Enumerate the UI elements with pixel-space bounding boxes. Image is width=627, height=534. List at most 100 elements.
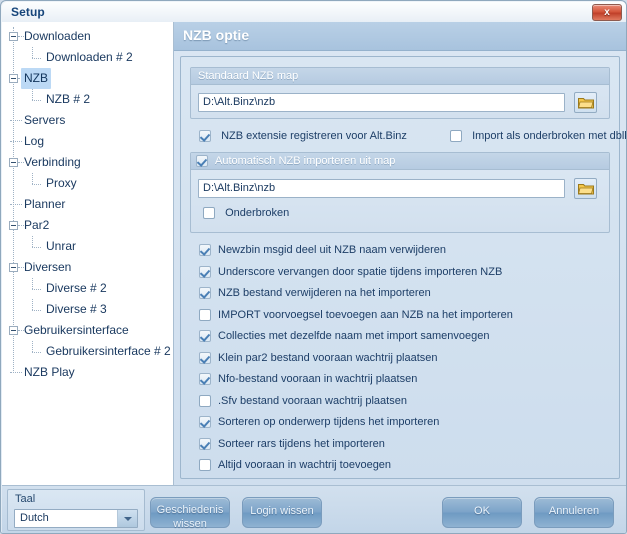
sidebar-item-label: NZB: [21, 68, 51, 89]
sidebar-item-label: Unrar: [46, 239, 77, 253]
clear-history-button[interactable]: Geschiedenis wissen: [150, 497, 230, 530]
checkbox-indicator[interactable]: [199, 416, 211, 428]
sidebar-item-label: Servers: [24, 113, 66, 127]
sidebar-item-label: Par2: [24, 218, 50, 232]
sidebar-item-nzb[interactable]: NZB: [2, 68, 173, 89]
checkbox-indicator[interactable]: [199, 394, 211, 407]
tree-expander-icon[interactable]: [9, 158, 18, 167]
sidebar-item-label: Diversen: [24, 260, 72, 274]
sidebar-item-diversen[interactable]: Diversen: [2, 257, 173, 278]
sidebar-item-downloaden-2[interactable]: Downloaden # 2: [2, 47, 173, 68]
page-title: NZB optie: [183, 27, 250, 43]
checkbox-indicator[interactable]: [199, 459, 211, 471]
tree-elbow-line: [32, 58, 41, 59]
option-checkbox-row[interactable]: Altijd vooraan in wachtrij toevoegen: [199, 459, 391, 475]
window-body: Downloaden Downloaden # 2 NZB NZB # 2 Server…: [2, 22, 627, 533]
clear-login-button[interactable]: Login wissen: [242, 497, 322, 528]
checkbox-indicator[interactable]: [199, 373, 211, 385]
option-checkbox-row[interactable]: IMPORT voorvoegsel toevoegen aan NZB na …: [199, 308, 513, 325]
option-checkbox-row[interactable]: Underscore vervangen door spatie tijdens…: [199, 265, 503, 282]
sidebar-item-label: Downloaden # 2: [46, 50, 133, 64]
sidebar-item-label: NZB Play: [24, 365, 75, 379]
tree-expander-icon[interactable]: [9, 32, 18, 41]
language-label: Taal: [15, 493, 36, 505]
tree-expander-icon[interactable]: [9, 221, 18, 230]
option-checkbox-row[interactable]: Nfo-bestand vooraan in wachtrij plaatsen: [199, 373, 417, 389]
sidebar-item-label: Downloaden: [24, 29, 91, 43]
sidebar-item-gebruikersinterface-2[interactable]: Gebruikersinterface # 2: [2, 341, 173, 362]
option-label: Klein par2 bestand vooraan wachtrij plaa…: [218, 351, 438, 364]
option-label: Underscore vervangen door spatie tijdens…: [218, 265, 503, 278]
option-checkbox-row[interactable]: Sorteer rars tijdens het importeren: [199, 437, 385, 454]
option-checkbox-row[interactable]: Sorteren op onderwerp tijdens het import…: [199, 416, 439, 432]
tree-expander-icon[interactable]: [9, 74, 18, 83]
settings-tree[interactable]: Downloaden Downloaden # 2 NZB NZB # 2 Server…: [2, 22, 173, 383]
checkbox-indicator[interactable]: [199, 130, 211, 142]
option-checkbox-row[interactable]: .Sfv bestand vooraan wachtrij plaatsen: [199, 394, 407, 411]
tree-branch-line: [32, 236, 33, 247]
sidebar-item-label: Diverse # 2: [46, 281, 107, 295]
sidebar-item-unrar[interactable]: Unrar: [2, 236, 173, 257]
default-nzb-browse-button[interactable]: [574, 92, 597, 113]
chevron-down-icon[interactable]: [117, 510, 137, 527]
sidebar-item-nzb-play[interactable]: NZB Play: [2, 362, 173, 383]
auto-import-paused-checkbox[interactable]: Onderbroken: [203, 207, 289, 223]
checkbox-indicator[interactable]: [199, 330, 211, 342]
tree-branch-line: [32, 47, 33, 58]
tree-elbow-line: [32, 352, 41, 353]
auto-import-title-bar[interactable]: Automatisch NZB importeren uit map: [191, 153, 609, 170]
option-checkbox-row[interactable]: Newzbin msgid deel uit NZB naam verwijde…: [199, 244, 446, 260]
option-checkbox-row[interactable]: NZB bestand verwijderen na het importere…: [199, 287, 431, 303]
sidebar-item-nzb-2[interactable]: NZB # 2: [2, 89, 173, 110]
checkbox-indicator[interactable]: [199, 244, 211, 256]
sidebar-item-par2[interactable]: Par2: [2, 215, 173, 236]
clear-history-label-line1: Geschiedenis: [156, 504, 224, 516]
auto-import-paused-label: Onderbroken: [225, 207, 290, 219]
sidebar-item-diverse-3[interactable]: Diverse # 3: [2, 299, 173, 320]
option-label: Nfo-bestand vooraan in wachtrij plaatsen: [218, 373, 418, 385]
auto-import-checkbox[interactable]: [196, 155, 208, 167]
sidebar-item-verbinding[interactable]: Verbinding: [2, 152, 173, 173]
checkbox-indicator[interactable]: [203, 207, 215, 219]
option-label: .Sfv bestand vooraan wachtrij plaatsen: [218, 394, 407, 407]
checkbox-indicator[interactable]: [199, 287, 211, 299]
sidebar-item-gebruikersinterface[interactable]: Gebruikersinterface: [2, 320, 173, 341]
language-select[interactable]: Dutch: [14, 509, 138, 528]
option-checkbox-row[interactable]: Klein par2 bestand vooraan wachtrij plaa…: [199, 351, 438, 368]
setup-window: Setup x Downloaden Downloaden # 2 NZB NZB #…: [0, 0, 627, 534]
register-nzb-extension-checkbox[interactable]: NZB extensie registreren voor Alt.Binz: [199, 130, 407, 146]
sidebar-item-diverse-2[interactable]: Diverse # 2: [2, 278, 173, 299]
ok-button[interactable]: OK: [442, 497, 522, 528]
sidebar-item-log[interactable]: Log: [2, 131, 173, 152]
checkbox-indicator[interactable]: [450, 130, 462, 142]
import-paused-dblclick-checkbox[interactable]: Import als onderbroken met dblklik: [450, 130, 627, 146]
tree-expander-icon[interactable]: [9, 263, 18, 272]
default-nzb-path-input[interactable]: D:\Alt.Binz\nzb: [198, 93, 565, 112]
language-value: Dutch: [20, 512, 49, 524]
sidebar-item-proxy[interactable]: Proxy: [2, 173, 173, 194]
checkbox-indicator[interactable]: [199, 308, 211, 321]
option-label: IMPORT voorvoegsel toevoegen aan NZB na …: [218, 308, 513, 321]
language-group: Taal Dutch: [7, 489, 145, 531]
checkbox-indicator[interactable]: [199, 351, 211, 364]
option-label: Sorteren op onderwerp tijdens het import…: [218, 416, 440, 428]
sidebar-item-servers[interactable]: Servers: [2, 110, 173, 131]
tree-elbow-line: [10, 141, 22, 142]
sidebar-item-downloaden[interactable]: Downloaden: [2, 26, 173, 47]
sidebar-item-planner[interactable]: Planner: [2, 194, 173, 215]
tree-elbow-line: [32, 289, 41, 290]
option-label: Collecties met dezelfde naam met import …: [218, 330, 490, 342]
auto-import-path-input[interactable]: D:\Alt.Binz\nzb: [198, 179, 565, 198]
cancel-button[interactable]: Annuleren: [534, 497, 614, 528]
checkbox-indicator[interactable]: [199, 265, 211, 278]
close-icon[interactable]: x: [592, 4, 622, 21]
tree-elbow-line: [32, 247, 41, 248]
tree-expander-icon[interactable]: [9, 326, 18, 335]
tree-branch-line: [32, 299, 33, 310]
checkbox-indicator[interactable]: [199, 437, 211, 450]
import-paused-dblclick-label: Import als onderbroken met dblklik: [472, 130, 627, 142]
option-checkbox-row[interactable]: Collecties met dezelfde naam met import …: [199, 330, 489, 346]
option-label: NZB bestand verwijderen na het importere…: [218, 287, 431, 299]
auto-import-browse-button[interactable]: [574, 178, 597, 199]
settings-tree-pane[interactable]: Downloaden Downloaden # 2 NZB NZB # 2 Server…: [2, 22, 174, 485]
